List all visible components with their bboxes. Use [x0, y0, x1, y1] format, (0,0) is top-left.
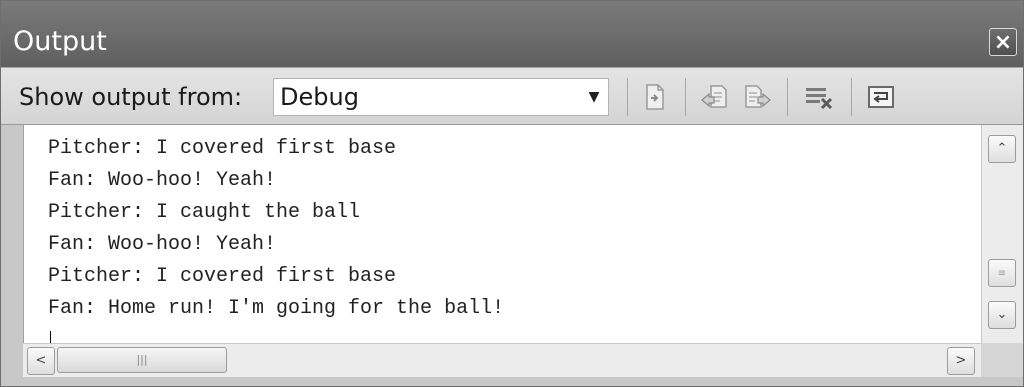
scroll-right-button[interactable]: > [947, 347, 975, 375]
toolbar-separator [851, 78, 852, 116]
show-output-label: Show output from: [19, 83, 243, 111]
chevron-left-icon: < [35, 353, 47, 368]
horizontal-scroll-thumb[interactable]: ||| [57, 347, 227, 373]
previous-message-icon [701, 85, 727, 108]
chevron-down-icon: ⌄ [996, 307, 1008, 322]
next-message-icon [745, 85, 771, 108]
output-source-value: Debug [280, 83, 359, 111]
window-title: Output [13, 26, 107, 57]
output-line: Fan: Woo-hoo! Yeah! [48, 233, 277, 256]
output-line: Pitcher: I covered first base [48, 265, 397, 288]
scroll-down-button[interactable]: ⌄ [988, 301, 1016, 329]
dropdown-arrow-icon[interactable]: ▼ [582, 82, 606, 112]
output-line: Fan: Home run! I'm going for the ball! [48, 297, 505, 320]
chevron-up-icon: ⌃ [996, 141, 1008, 156]
word-wrap-button[interactable] [863, 78, 899, 116]
scroll-up-button[interactable]: ⌃ [988, 135, 1016, 163]
output-source-select[interactable]: Debug ▼ [273, 78, 609, 116]
grip-icon: ||| [136, 353, 148, 366]
output-toolbar: Show output from: Debug ▼ [1, 67, 1023, 125]
clear-all-button[interactable] [801, 78, 837, 116]
output-line: Pitcher: I covered first base [48, 137, 397, 160]
go-to-source-button[interactable] [637, 78, 673, 116]
word-wrap-icon [868, 86, 894, 108]
vertical-scroll-thumb[interactable]: ≡ [988, 259, 1016, 287]
next-message-button[interactable] [739, 78, 775, 116]
horizontal-scrollbar[interactable]: < ||| > [23, 343, 981, 377]
title-bar: Output × [1, 1, 1023, 67]
grip-icon: ≡ [997, 268, 1007, 279]
output-line: Pitcher: I caught the ball [48, 201, 361, 224]
toolbar-separator [627, 78, 628, 116]
close-icon: × [993, 30, 1013, 55]
scroll-left-button[interactable]: < [27, 347, 55, 375]
output-text-area[interactable]: Pitcher: I covered first base Fan: Woo-h… [23, 125, 981, 345]
toolbar-separator [685, 78, 686, 116]
output-window: Output × Show output from: Debug ▼ Pitch… [0, 0, 1024, 387]
toolbar-separator [787, 78, 788, 116]
go-to-source-icon [646, 84, 664, 110]
previous-message-button[interactable] [697, 78, 733, 116]
scrollbar-corner [981, 343, 1023, 377]
output-line: Fan: Woo-hoo! Yeah! [48, 169, 277, 192]
chevron-right-icon: > [955, 353, 967, 368]
vertical-scrollbar[interactable]: ⌃ ≡ ⌄ [981, 125, 1023, 343]
clear-all-icon [806, 88, 833, 110]
close-button[interactable]: × [989, 28, 1017, 56]
output-lines: Pitcher: I covered first base Fan: Woo-h… [48, 133, 504, 325]
